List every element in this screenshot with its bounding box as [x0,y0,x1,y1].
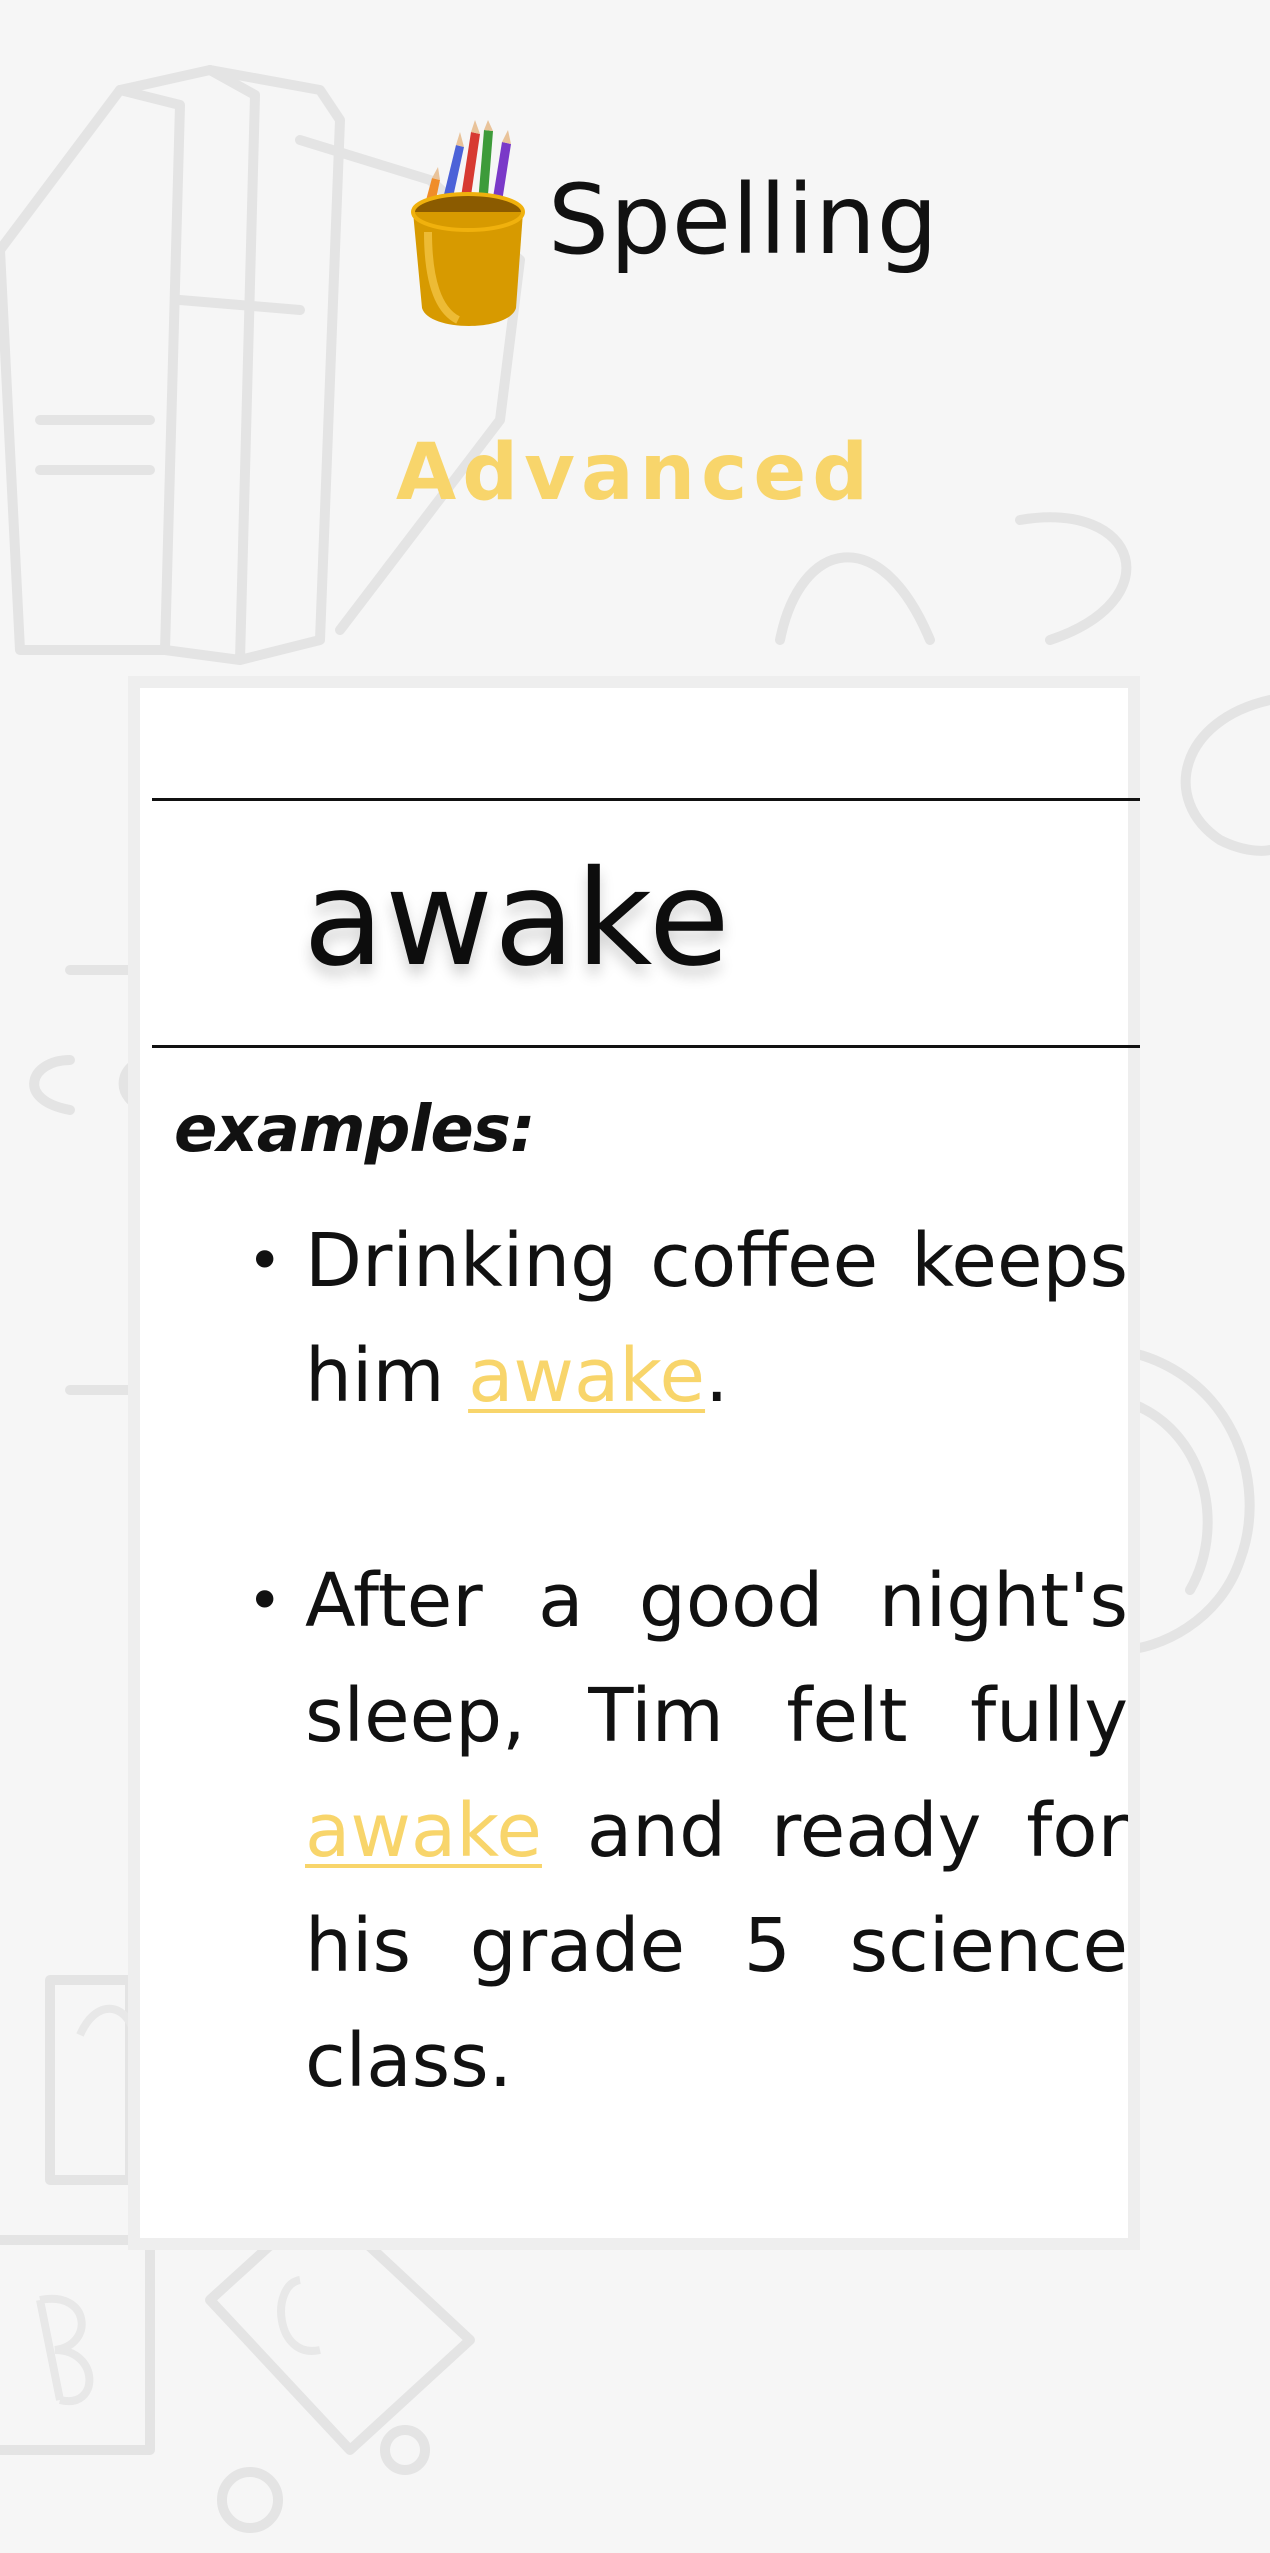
examples-list: Drinking coffee keeps him awake. After a… [217,1204,1128,2229]
word-card: awake examples: Drinking coffee keeps hi… [128,676,1140,2250]
card-bottom-divider [152,1045,1140,1048]
app-header: Spelling [0,120,1270,340]
app-title: Spelling [548,164,939,276]
example-2-before: After a good night's sleep, Tim felt ful… [305,1558,1128,1759]
example-2-highlight: awake [305,1788,542,1874]
word-band: awake [152,801,1140,1045]
example-sentence-1: Drinking coffee keeps him awake. [217,1204,1128,1434]
spelling-word: awake [303,842,731,996]
examples-heading: examples: [174,1093,535,1167]
example-1-after: . [705,1333,729,1419]
example-sentence-2: After a good night's sleep, Tim felt ful… [217,1544,1128,2119]
brand: Spelling [404,120,938,340]
level-label: Advanced [395,428,875,518]
pencil-cup-icon [411,120,525,326]
example-1-highlight: awake [468,1333,706,1419]
